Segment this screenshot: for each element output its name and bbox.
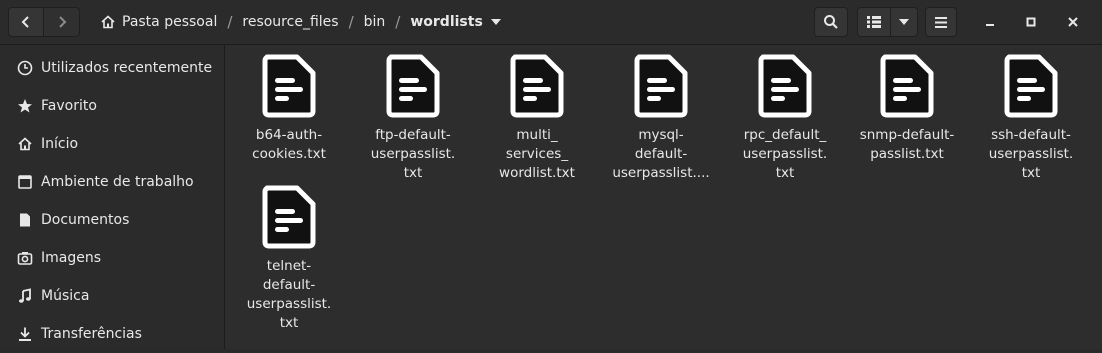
camera-icon bbox=[17, 250, 33, 266]
file-name: rpc_default_ userpasslist. txt bbox=[742, 127, 828, 181]
text-file-icon bbox=[510, 54, 564, 118]
caret-down-icon bbox=[490, 19, 501, 25]
file-item[interactable]: ssh-default- userpasslist. txt bbox=[972, 54, 1090, 183]
sidebar-item-starred[interactable]: Favorito bbox=[0, 87, 224, 125]
view-options-button[interactable] bbox=[890, 7, 918, 37]
breadcrumb: Pasta pessoal / resource_files / bin / w… bbox=[92, 7, 509, 37]
breadcrumb-separator: / bbox=[227, 13, 233, 31]
sidebar-item-label: Utilizados recentemente bbox=[41, 60, 213, 76]
breadcrumb-wordlists[interactable]: wordlists bbox=[402, 7, 508, 37]
text-file-icon bbox=[758, 54, 812, 118]
document-icon bbox=[17, 212, 33, 228]
file-name: ftp-default- userpasslist. txt bbox=[370, 127, 456, 181]
sidebar-item-label: Música bbox=[41, 288, 90, 304]
search-button[interactable] bbox=[814, 7, 848, 37]
file-name: mysql- default- userpasslist.... bbox=[612, 127, 710, 181]
music-icon bbox=[17, 288, 33, 304]
file-item[interactable]: mysql- default- userpasslist.... bbox=[602, 54, 720, 183]
minimize-icon bbox=[986, 24, 994, 26]
breadcrumb-label: bin bbox=[363, 14, 386, 30]
star-icon bbox=[17, 98, 33, 114]
back-button[interactable] bbox=[8, 7, 44, 37]
sidebar-item-home[interactable]: Início bbox=[0, 125, 224, 163]
file-name: snmp-default- passlist.txt bbox=[859, 127, 955, 162]
sidebar-item-recent[interactable]: Utilizados recentemente bbox=[0, 49, 224, 87]
file-item[interactable]: multi_ services_ wordlist.txt bbox=[478, 54, 596, 183]
maximize-button[interactable] bbox=[1021, 12, 1041, 32]
sidebar-item-label: Início bbox=[41, 136, 79, 152]
navigation-buttons bbox=[8, 7, 80, 37]
text-file-icon bbox=[262, 185, 316, 249]
text-file-icon bbox=[634, 54, 688, 118]
sidebar-item-label: Documentos bbox=[41, 212, 130, 228]
desktop-icon bbox=[17, 174, 33, 190]
home-icon bbox=[101, 15, 115, 29]
breadcrumb-current-label: wordlists bbox=[410, 14, 483, 30]
text-file-icon bbox=[880, 54, 934, 118]
file-name: multi_ services_ wordlist.txt bbox=[499, 127, 575, 181]
list-view-icon bbox=[867, 16, 881, 28]
file-grid: b64-auth- cookies.txt ftp-default- userp… bbox=[225, 45, 1102, 349]
file-item[interactable]: telnet- default- userpasslist. txt bbox=[230, 185, 348, 333]
minimize-button[interactable] bbox=[980, 12, 1000, 32]
breadcrumb-home-label: Pasta pessoal bbox=[122, 14, 218, 30]
clock-icon bbox=[17, 60, 33, 76]
sidebar-item-label: Transferências bbox=[41, 326, 142, 342]
hamburger-icon bbox=[935, 16, 947, 28]
text-file-icon bbox=[386, 54, 440, 118]
close-button[interactable] bbox=[1063, 12, 1083, 32]
sidebar-item-desktop[interactable]: Ambiente de trabalho bbox=[0, 163, 224, 201]
breadcrumb-home[interactable]: Pasta pessoal bbox=[92, 7, 225, 37]
breadcrumb-bin[interactable]: bin bbox=[356, 7, 394, 37]
sidebar-item-label: Favorito bbox=[41, 98, 97, 114]
home-icon bbox=[17, 136, 33, 152]
breadcrumb-label: resource_files bbox=[242, 14, 339, 30]
search-icon bbox=[824, 15, 838, 29]
file-name: telnet- default- userpasslist. txt bbox=[246, 258, 332, 331]
file-item[interactable]: snmp-default- passlist.txt bbox=[848, 54, 966, 164]
sidebar-item-label: Ambiente de trabalho bbox=[41, 174, 194, 190]
sidebar-item-music[interactable]: Música bbox=[0, 277, 224, 315]
sidebar-item-pictures[interactable]: Imagens bbox=[0, 239, 224, 277]
forward-button[interactable] bbox=[44, 7, 80, 37]
sidebar-item-documents[interactable]: Documentos bbox=[0, 201, 224, 239]
text-file-icon bbox=[1004, 54, 1058, 118]
maximize-icon bbox=[1026, 17, 1036, 27]
menu-button[interactable] bbox=[925, 7, 957, 37]
file-name: b64-auth- cookies.txt bbox=[252, 127, 326, 162]
caret-down-icon bbox=[899, 19, 909, 25]
file-item[interactable]: b64-auth- cookies.txt bbox=[230, 54, 348, 164]
sidebar-item-downloads[interactable]: Transferências bbox=[0, 315, 224, 353]
view-mode-button[interactable] bbox=[857, 7, 891, 37]
close-icon bbox=[1068, 17, 1078, 27]
file-item[interactable]: rpc_default_ userpasslist. txt bbox=[726, 54, 844, 183]
file-name: ssh-default- userpasslist. txt bbox=[988, 127, 1074, 181]
breadcrumb-resource-files[interactable]: resource_files bbox=[234, 7, 346, 37]
download-icon bbox=[17, 326, 33, 342]
sidebar-item-label: Imagens bbox=[41, 250, 102, 266]
sidebar: Utilizados recentemente Favorito Início … bbox=[0, 45, 225, 349]
file-item[interactable]: ftp-default- userpasslist. txt bbox=[354, 54, 472, 183]
chevron-left-icon bbox=[21, 16, 29, 28]
header-bar: Pasta pessoal / resource_files / bin / w… bbox=[0, 0, 1102, 45]
text-file-icon bbox=[262, 54, 316, 118]
chevron-right-icon bbox=[58, 16, 66, 28]
breadcrumb-separator: / bbox=[395, 13, 401, 31]
breadcrumb-separator: / bbox=[348, 13, 354, 31]
